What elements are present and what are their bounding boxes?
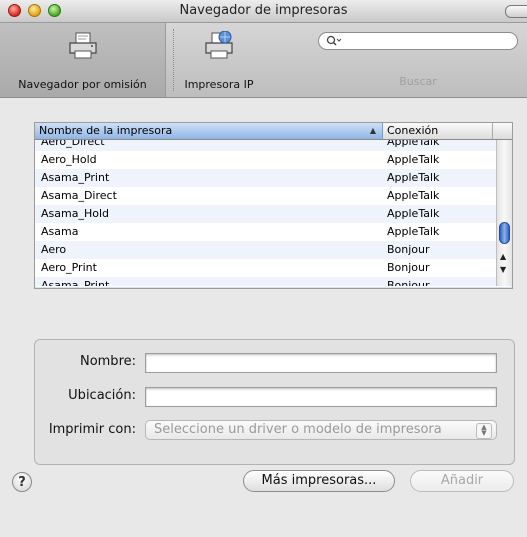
column-header-printer-name-label: Nombre de la impresora bbox=[39, 124, 173, 137]
printer-name-cell: Asama_Direct bbox=[41, 189, 117, 202]
toolbar-ip-printer[interactable]: Impresora IP bbox=[177, 23, 261, 97]
print-with-label: Imprimir con: bbox=[48, 422, 136, 437]
connection-cell: AppleTalk bbox=[387, 189, 440, 202]
table-row[interactable]: Aero_Hold AppleTalk bbox=[35, 151, 496, 169]
column-header-printer-name[interactable]: Nombre de la impresora ▲ bbox=[35, 123, 383, 139]
table-row[interactable]: Asama_Print Bonjour bbox=[35, 277, 496, 286]
table-row[interactable]: Asama_Hold AppleTalk bbox=[35, 205, 496, 223]
printer-name-cell: Asama bbox=[41, 225, 79, 238]
more-printers-button[interactable]: Más impresoras... bbox=[243, 470, 395, 492]
print-with-select-value: Seleccione un driver o modelo de impreso… bbox=[154, 422, 442, 437]
table-body[interactable]: Aero_Direct AppleTalk Aero_Hold AppleTal… bbox=[35, 140, 496, 286]
connection-cell: Bonjour bbox=[387, 279, 430, 286]
column-header-connection[interactable]: Conexión bbox=[383, 123, 493, 139]
toolbar-separator bbox=[173, 29, 174, 91]
help-button[interactable]: ? bbox=[12, 472, 32, 492]
table-row[interactable]: Aero_Direct AppleTalk bbox=[35, 140, 496, 151]
printer-name-cell: Asama_Hold bbox=[41, 207, 109, 220]
printer-details-group: Nombre: Ubicación: Imprimir con: Selecci… bbox=[34, 339, 515, 465]
toolbar-default-browser[interactable]: Navegador por omisión bbox=[0, 23, 166, 97]
connection-cell: AppleTalk bbox=[387, 153, 440, 166]
connection-cell: AppleTalk bbox=[387, 140, 440, 148]
printer-name-cell: Aero_Hold bbox=[41, 153, 97, 166]
search-caption: Buscar bbox=[399, 75, 437, 88]
connection-cell: AppleTalk bbox=[387, 171, 440, 184]
location-field[interactable] bbox=[145, 387, 497, 407]
name-field[interactable] bbox=[145, 353, 497, 373]
toolbar-toggle-button[interactable] bbox=[505, 5, 527, 18]
ip-printer-icon bbox=[205, 31, 233, 59]
printer-table: Nombre de la impresora ▲ Conexión Aero_D… bbox=[34, 122, 513, 289]
print-with-select[interactable]: Seleccione un driver o modelo de impreso… bbox=[145, 420, 497, 440]
toolbar-default-browser-label: Navegador por omisión bbox=[18, 78, 147, 91]
printer-name-cell: Aero bbox=[41, 243, 67, 256]
title-bar[interactable]: Navegador de impresoras bbox=[0, 0, 527, 23]
toolbar: Navegador por omisión Impresora IP Busca… bbox=[0, 23, 527, 98]
table-row[interactable]: Asama_Direct AppleTalk bbox=[35, 187, 496, 205]
scroll-down-arrow-icon[interactable]: ▼ bbox=[500, 265, 506, 274]
column-header-connection-label: Conexión bbox=[387, 124, 439, 137]
table-row[interactable]: Asama AppleTalk bbox=[35, 223, 496, 241]
table-row[interactable]: Asama_Print AppleTalk bbox=[35, 169, 496, 187]
select-stepper-icon: ▲ ▼ bbox=[476, 423, 492, 439]
connection-cell: Bonjour bbox=[387, 243, 430, 256]
printer-name-cell: Asama_Print bbox=[41, 279, 110, 286]
scroll-up-arrow-icon[interactable]: ▲ bbox=[500, 252, 506, 261]
add-button[interactable]: Añadir bbox=[410, 470, 514, 492]
connection-cell: AppleTalk bbox=[387, 207, 440, 220]
name-label: Nombre: bbox=[79, 354, 136, 369]
printer-name-cell: Aero_Print bbox=[41, 261, 97, 274]
table-header: Nombre de la impresora ▲ Conexión bbox=[35, 123, 512, 140]
toolbar-ip-printer-label: Impresora IP bbox=[184, 78, 254, 91]
connection-cell: AppleTalk bbox=[387, 225, 440, 238]
printer-name-cell: Aero_Direct bbox=[41, 140, 105, 148]
search-input[interactable] bbox=[318, 32, 518, 50]
window-title: Navegador de impresoras bbox=[179, 3, 348, 18]
location-label: Ubicación: bbox=[68, 388, 136, 403]
sort-ascending-icon: ▲ bbox=[369, 126, 376, 135]
printer-name-cell: Asama_Print bbox=[41, 171, 110, 184]
scrollbar-thumb[interactable] bbox=[499, 222, 510, 244]
search-field bbox=[318, 32, 527, 52]
search-icon[interactable] bbox=[326, 35, 342, 47]
connection-cell: Bonjour bbox=[387, 261, 430, 274]
table-vertical-scrollbar[interactable]: ▲ ▼ bbox=[496, 140, 512, 286]
main-content: Nombre de la impresora ▲ Conexión Aero_D… bbox=[0, 98, 527, 537]
printer-icon bbox=[68, 32, 97, 59]
printer-browser-window: Navegador de impresoras Navegador por om… bbox=[0, 0, 527, 537]
table-row[interactable]: Aero Bonjour bbox=[35, 241, 496, 259]
column-header-filler bbox=[493, 123, 512, 139]
table-row[interactable]: Aero_Print Bonjour bbox=[35, 259, 496, 277]
